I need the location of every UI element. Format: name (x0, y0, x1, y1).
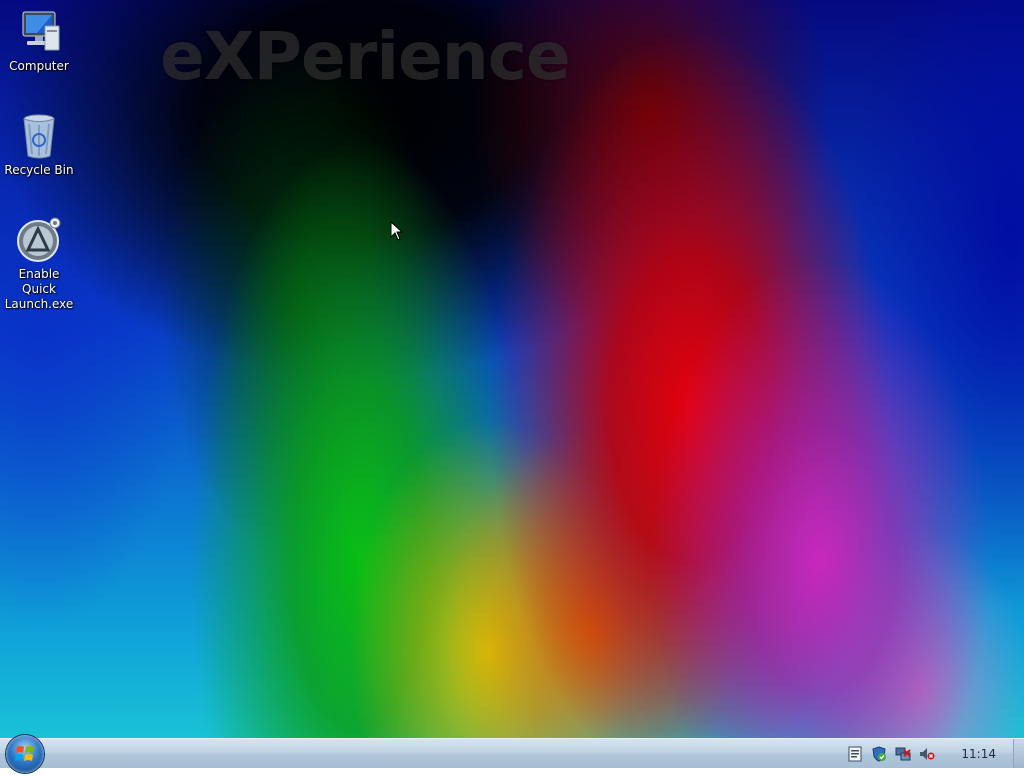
windows-logo-icon (15, 746, 34, 761)
quick-launch-app-icon (15, 216, 63, 264)
desktop-icon-label: Computer (9, 59, 69, 73)
desktop[interactable]: eXPerience Computer Recycle Bin Enable Q… (0, 0, 1024, 738)
taskbar: 11:14 (0, 735, 1024, 773)
taskbar-clock[interactable]: 11:14 (961, 747, 996, 761)
desktop-icon-label: Recycle Bin (4, 163, 74, 177)
desktop-icon-enable-quick-launch[interactable]: Enable Quick Launch.exe (0, 216, 78, 312)
desktop-icon-label: Enable Quick Launch.exe (4, 267, 74, 311)
desktop-icon-computer[interactable]: Computer (0, 8, 78, 74)
show-desktop-button[interactable] (1013, 739, 1024, 768)
volume-muted-icon[interactable] (919, 746, 935, 762)
start-button[interactable] (6, 735, 44, 773)
desktop-icon-recycle-bin[interactable]: Recycle Bin (0, 112, 78, 178)
recycle-bin-icon (15, 112, 63, 160)
notes-icon[interactable] (847, 746, 863, 762)
computer-icon (15, 8, 63, 56)
mouse-pointer-icon (390, 221, 404, 241)
wallpaper-watermark: eXPerience (160, 18, 571, 95)
wallpaper-layer (0, 0, 1024, 738)
system-tray: 11:14 (847, 739, 1012, 768)
network-icon[interactable] (895, 746, 912, 762)
security-shield-icon[interactable] (871, 745, 887, 762)
